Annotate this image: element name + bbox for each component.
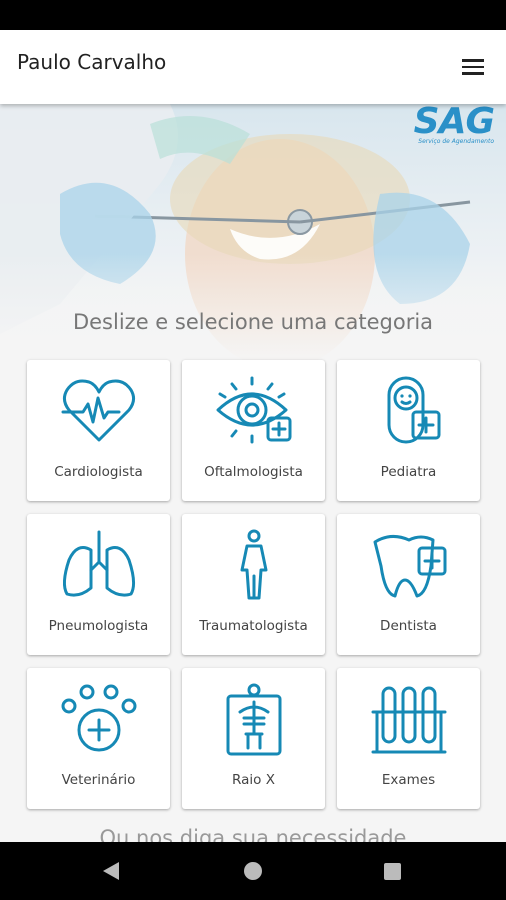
heart-pulse-icon [61,379,135,442]
category-card-veterinario[interactable]: Veterinário [27,668,170,809]
category-card-dentista[interactable]: Dentista [337,514,480,655]
person-icon [240,529,267,600]
category-label: Traumatologista [199,618,308,634]
category-label: Pneumologista [48,618,149,634]
logo-text: SAG [413,104,495,142]
back-icon[interactable] [103,862,119,880]
category-card-cardiologista[interactable]: Cardiologista [27,360,170,501]
eye-plus-icon [216,376,291,444]
category-label: Oftalmologista [204,464,303,480]
category-card-traumatologista[interactable]: Traumatologista [182,514,325,655]
section-headline: Deslize e selecione uma categoria [72,310,434,334]
xray-icon [226,683,281,756]
app-bar: Paulo Carvalho [0,30,506,104]
status-bar [0,0,506,30]
baby-plus-icon [387,376,440,444]
category-card-raio-x[interactable]: Raio X [182,668,325,809]
tooth-plus-icon [373,535,446,598]
sag-logo: SAG Serviço de Agendamento [413,104,495,145]
category-label: Dentista [380,618,437,634]
home-icon[interactable] [244,862,262,880]
menu-button[interactable] [460,54,486,80]
menu-icon-line [462,72,484,75]
lungs-icon [62,530,135,597]
menu-icon-line [462,65,484,69]
app-title: Paulo Carvalho [17,50,167,74]
paw-plus-icon [61,684,136,752]
menu-icon-line [462,59,484,62]
category-label: Raio X [232,772,275,788]
category-grid: Cardiologista Oftalmologista Pediatra Pn… [27,360,481,809]
category-label: Exames [381,772,436,788]
category-card-oftalmologista[interactable]: Oftalmologista [182,360,325,501]
category-card-pediatra[interactable]: Pediatra [337,360,480,501]
category-label: Cardiologista [54,464,143,480]
logo-subtitle: Serviço de Agendamento [418,138,494,145]
test-tubes-icon [371,686,446,754]
system-nav-bar [0,842,506,900]
category-card-pneumologista[interactable]: Pneumologista [27,514,170,655]
category-label: Pediatra [380,464,437,480]
category-card-exames[interactable]: Exames [337,668,480,809]
recent-apps-icon[interactable] [384,863,401,880]
category-label: Veterinário [61,772,136,788]
